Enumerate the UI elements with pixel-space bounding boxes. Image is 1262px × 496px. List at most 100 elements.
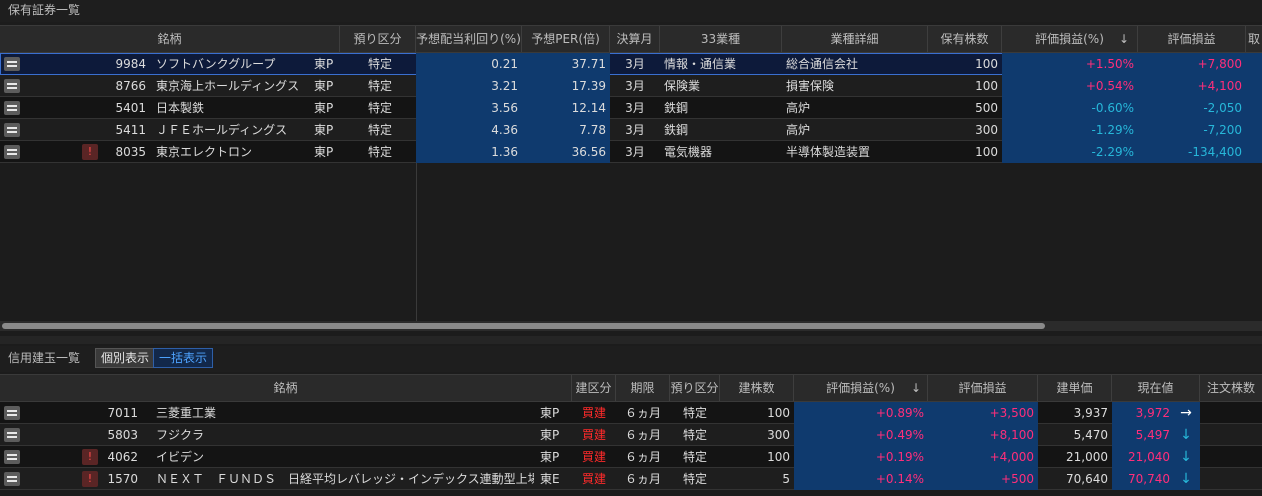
pl-amount: -2,050 xyxy=(1138,97,1246,119)
pl-percent: +0.19% xyxy=(794,446,928,468)
col-header-term[interactable]: 期限 xyxy=(616,375,670,401)
unit-price: 70,640 xyxy=(1066,472,1108,486)
table-row[interactable]: 7011 三菱重工業 東P 買建 ６ヵ月 特定 100 +0.89% +3,500 3,937 3,… xyxy=(0,402,1262,424)
col-header-pl-pct-label: 評価損益(%) xyxy=(826,381,895,395)
col-header-pl-pct[interactable]: 評価損益(%) ↓ xyxy=(1002,26,1138,52)
col-header-yield[interactable]: 予想配当利回り(%) xyxy=(416,26,522,52)
col-header-name[interactable]: 銘柄 xyxy=(0,375,572,401)
pl-overflow xyxy=(1246,141,1262,163)
settlement-month: 3月 xyxy=(625,57,645,71)
table-row[interactable]: 5411 ＪＦＥホールディングス 東P 特定 4.36 7.78 3月 鉄鋼 高炉 300 -1.2… xyxy=(0,119,1262,141)
stock-name[interactable]: 日本製鉄 xyxy=(152,97,310,119)
row-menu-icon[interactable] xyxy=(4,450,20,464)
row-menu-icon[interactable] xyxy=(4,145,20,159)
current-price-value: 70,740 xyxy=(1128,472,1170,486)
tab-bulk[interactable]: 一括表示 xyxy=(153,348,214,368)
price-trend-icon: ↓ xyxy=(1180,427,1192,443)
settlement-month: 3月 xyxy=(625,123,645,137)
stock-name[interactable]: フジクラ xyxy=(152,424,534,446)
stock-name[interactable]: 東京海上ホールディングス xyxy=(152,75,310,97)
per-value: 7.78 xyxy=(522,119,610,141)
dividend-yield: 3.56 xyxy=(416,97,522,119)
stock-name[interactable]: イビデン xyxy=(152,446,534,468)
sector: 鉄鋼 xyxy=(664,101,689,115)
holdings-header: 銘柄 預り区分 予想配当利回り(%) 予想PER(倍) 決算月 33業種 業種詳… xyxy=(0,25,1262,53)
horizontal-scrollbar[interactable] xyxy=(0,321,1262,331)
account-type: 特定 xyxy=(682,450,707,464)
row-menu-icon[interactable] xyxy=(4,428,20,442)
stock-name[interactable]: 東京エレクトロン xyxy=(152,141,310,163)
row-menu-icon[interactable] xyxy=(4,472,20,486)
order-shares xyxy=(1200,446,1262,468)
table-row[interactable]: ! 4062 イビデン 東P 買建 ６ヵ月 特定 100 +0.19% +4,000 21,000 2… xyxy=(0,446,1262,468)
market: 東P xyxy=(314,145,334,159)
col-header-per[interactable]: 予想PER(倍) xyxy=(522,26,610,52)
col-header-pl[interactable]: 評価損益 xyxy=(1138,26,1246,52)
row-menu-icon[interactable] xyxy=(4,123,20,137)
col-header-unit-price[interactable]: 建単価 xyxy=(1038,375,1112,401)
price-trend-icon: ↓ xyxy=(1180,471,1192,487)
market: 東P xyxy=(314,57,334,71)
account-type: 特定 xyxy=(367,145,392,159)
dividend-yield: 0.21 xyxy=(416,53,522,75)
term: ６ヵ月 xyxy=(624,472,661,486)
col-header-month[interactable]: 決算月 xyxy=(610,26,660,52)
table-row[interactable]: ! 8035 東京エレクトロン 東P 特定 1.36 36.56 3月 電気機器 半導体製造装置 1… xyxy=(0,141,1262,163)
col-header-shares[interactable]: 建株数 xyxy=(720,375,794,401)
sector-detail: 半導体製造装置 xyxy=(786,145,871,159)
stock-name[interactable]: 三菱重工業 xyxy=(152,402,534,424)
row-menu-icon[interactable] xyxy=(4,79,20,93)
pl-percent: -1.29% xyxy=(1002,119,1138,141)
stock-name[interactable]: ＪＦＥホールディングス xyxy=(152,119,310,141)
col-header-name[interactable]: 銘柄 xyxy=(0,26,340,52)
stock-name[interactable]: ＮＥＸＴ ＦＵＮＤＳ 日経平均レバレッジ・インデックス連動型上場投信 xyxy=(152,468,534,490)
col-header-order-shares[interactable]: 注文株数 xyxy=(1200,375,1262,401)
market: 東P xyxy=(314,79,334,93)
credit-panel-title: 信用建玉一覧 xyxy=(8,351,81,365)
pl-overflow xyxy=(1246,75,1262,97)
dividend-yield: 3.21 xyxy=(416,75,522,97)
warning-icon[interactable]: ! xyxy=(82,144,98,160)
col-header-shares[interactable]: 保有株数 xyxy=(928,26,1002,52)
stock-name[interactable]: ソフトバンクグループ xyxy=(152,53,310,75)
current-price: 70,740 ↓ xyxy=(1112,468,1200,490)
table-row[interactable]: 8766 東京海上ホールディングス 東P 特定 3.21 17.39 3月 保険業 損害保険 10… xyxy=(0,75,1262,97)
col-header-account[interactable]: 預り区分 xyxy=(670,375,720,401)
col-header-type[interactable]: 建区分 xyxy=(572,375,616,401)
col-header-more[interactable]: 取 xyxy=(1246,26,1262,52)
sort-desc-icon: ↓ xyxy=(910,381,921,395)
pl-amount: +4,000 xyxy=(928,446,1038,468)
pl-amount: +3,500 xyxy=(928,402,1038,424)
settlement-month: 3月 xyxy=(625,101,645,115)
table-row[interactable]: ! 1570 ＮＥＸＴ ＦＵＮＤＳ 日経平均レバレッジ・インデックス連動型上場投信東… xyxy=(0,468,1262,490)
col-header-current-price[interactable]: 現在値 xyxy=(1112,375,1200,401)
panel-splitter[interactable] xyxy=(0,336,1262,344)
row-menu-icon[interactable] xyxy=(4,101,20,115)
account-type: 特定 xyxy=(682,406,707,420)
price-trend-icon: ↓ xyxy=(1180,449,1192,465)
stock-code: 8035 xyxy=(115,145,146,159)
col-header-sector[interactable]: 33業種 xyxy=(660,26,782,52)
pl-percent: -0.60% xyxy=(1002,97,1138,119)
current-price: 3,972 → xyxy=(1112,402,1200,424)
col-header-pl[interactable]: 評価損益 xyxy=(928,375,1038,401)
position-type: 買建 xyxy=(581,406,606,420)
term: ６ヵ月 xyxy=(624,406,661,420)
table-row[interactable]: 5401 日本製鉄 東P 特定 3.56 12.14 3月 鉄鋼 高炉 500 -0.60% -2,0… xyxy=(0,97,1262,119)
col-header-pl-pct[interactable]: 評価損益(%) ↓ xyxy=(794,375,928,401)
tab-individual[interactable]: 個別表示 xyxy=(95,348,156,368)
market: 東E xyxy=(540,472,560,486)
row-menu-icon[interactable] xyxy=(4,406,20,420)
warning-icon[interactable]: ! xyxy=(82,471,98,487)
col-header-account[interactable]: 預り区分 xyxy=(340,26,416,52)
warning-icon[interactable]: ! xyxy=(82,449,98,465)
scrollbar-thumb[interactable] xyxy=(2,323,1045,329)
table-row[interactable]: 9984 ソフトバンクグループ 東P 特定 0.21 37.71 3月 情報・通信業 総合通信会… xyxy=(0,53,1262,75)
col-header-detail[interactable]: 業種詳細 xyxy=(782,26,928,52)
sector: 保険業 xyxy=(664,79,701,93)
dividend-yield: 1.36 xyxy=(416,141,522,163)
stock-code: 1570 xyxy=(107,472,138,486)
table-row[interactable]: 5803 フジクラ 東P 買建 ６ヵ月 特定 300 +0.49% +8,100 5,470 5,4… xyxy=(0,424,1262,446)
account-type: 特定 xyxy=(367,57,392,71)
row-menu-icon[interactable] xyxy=(4,57,20,71)
